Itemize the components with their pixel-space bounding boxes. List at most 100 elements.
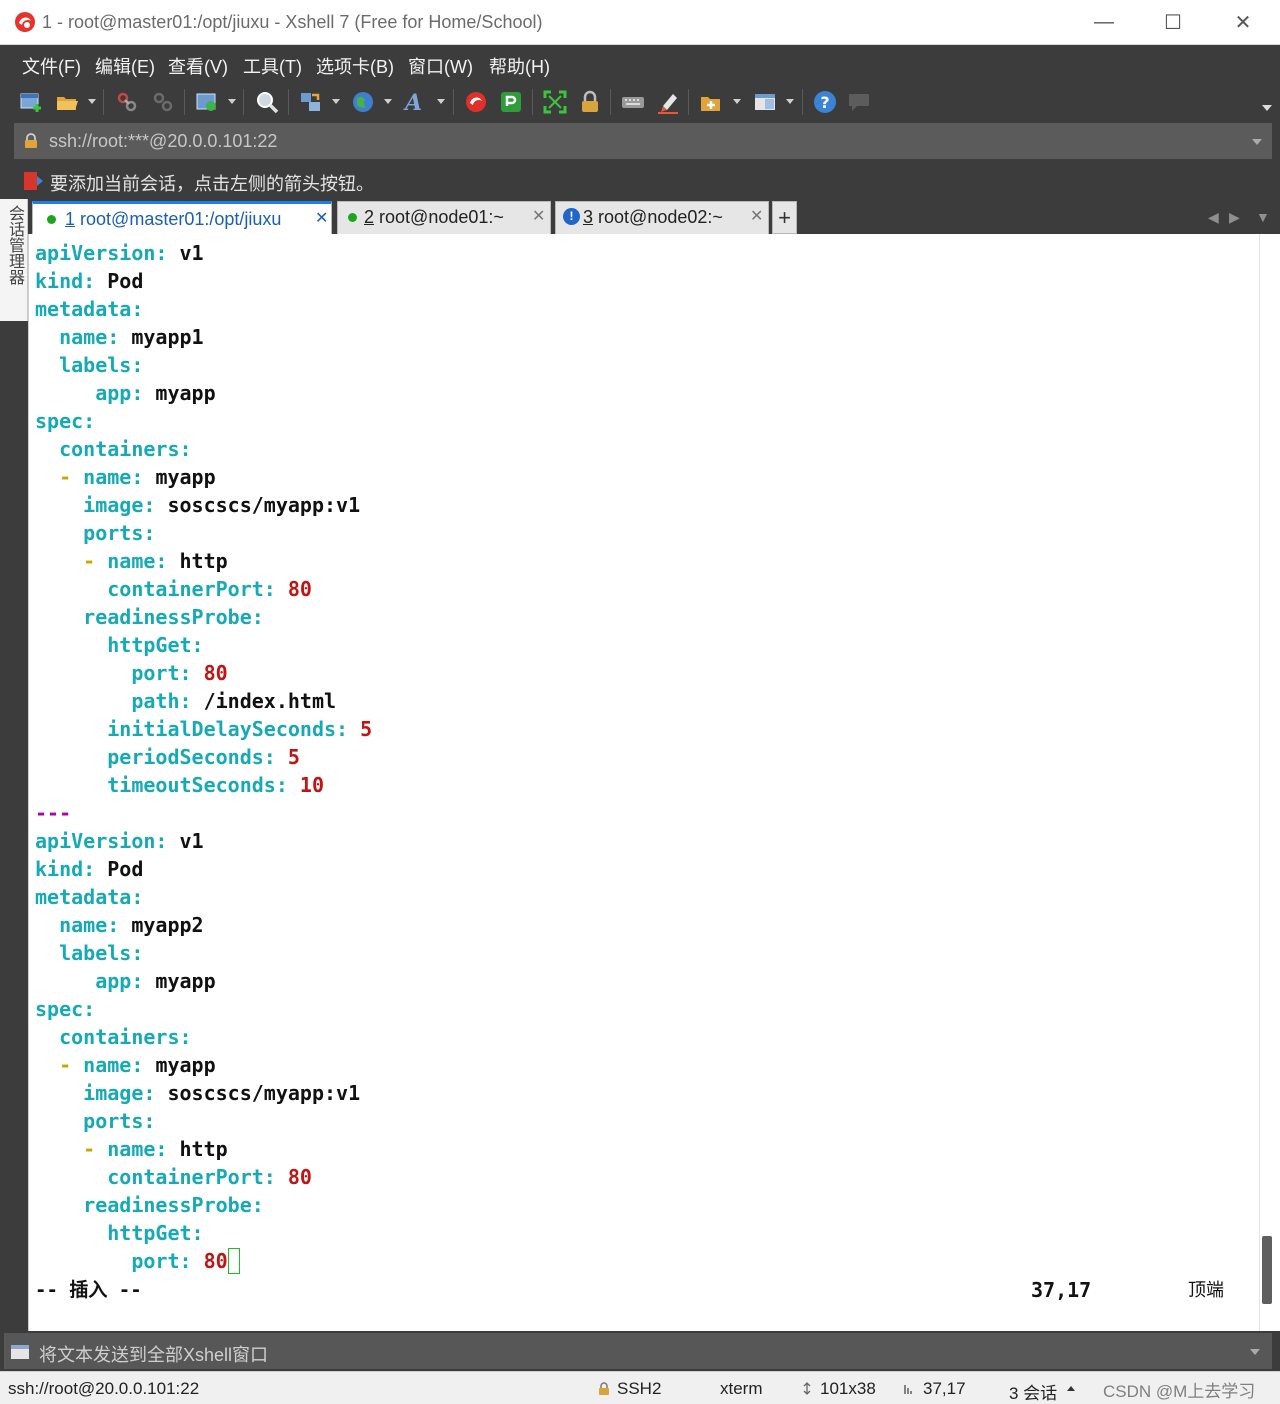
terminal-scrollbar[interactable] xyxy=(1259,234,1280,1331)
terminal-token: : xyxy=(143,1109,156,1133)
terminal-token: name xyxy=(107,1137,156,1161)
tab-title: root@master01:/opt/jiuxu xyxy=(80,209,282,229)
terminal-token: kind xyxy=(35,857,84,881)
keyboard-icon[interactable] xyxy=(620,89,646,115)
terminal-token: Pod xyxy=(107,857,144,881)
connected-status-icon xyxy=(348,213,357,222)
maximize-button[interactable]: ☐ xyxy=(1140,0,1206,45)
fullscreen-icon[interactable] xyxy=(542,89,568,115)
layout-icon[interactable] xyxy=(752,89,778,115)
terminal-line: metadata: xyxy=(35,883,372,911)
new-session-icon[interactable] xyxy=(18,89,44,115)
terminal-line: containerPort: 80 xyxy=(35,575,372,603)
status-sessions[interactable]: 3 会话 xyxy=(1009,1379,1057,1404)
terminal-token: spec xyxy=(35,409,84,433)
address-input[interactable]: ssh://root:***@20.0.0.101:22 xyxy=(14,123,1272,159)
terminal-token: - xyxy=(35,549,108,573)
menu-help[interactable]: 帮助(H) xyxy=(489,53,550,79)
toolbar-overflow-icon[interactable] xyxy=(1262,105,1272,111)
add-tab-button[interactable]: + xyxy=(772,201,797,234)
toolbar-separator xyxy=(610,89,611,115)
xagent-icon[interactable] xyxy=(498,89,524,115)
terminal-token: : xyxy=(251,605,264,629)
tab-label: 3 root@node02:~ xyxy=(583,207,723,228)
menu-edit[interactable]: 编辑(E) xyxy=(95,53,155,79)
session-manager-tab[interactable]: 会话管理器 xyxy=(0,199,28,321)
reconnect-icon[interactable] xyxy=(114,89,140,115)
terminal-line: kind: Pod xyxy=(35,855,372,883)
open-dropdown-icon[interactable] xyxy=(88,99,96,104)
terminal-token: 80 xyxy=(287,1165,312,1189)
open-folder-icon[interactable] xyxy=(54,89,80,115)
terminal-token: : xyxy=(155,241,180,265)
terminal-token: labels xyxy=(35,941,132,965)
lock-icon[interactable] xyxy=(577,89,603,115)
font-dropdown-icon[interactable] xyxy=(437,99,445,104)
menu-view[interactable]: 查看(V) xyxy=(168,53,228,79)
xftp-icon[interactable] xyxy=(463,89,489,115)
menu-window[interactable]: 窗口(W) xyxy=(408,53,473,79)
properties-dropdown-icon[interactable] xyxy=(228,99,236,104)
terminal-token: path xyxy=(35,689,180,713)
toolbar-separator xyxy=(802,89,803,115)
menu-tabs[interactable]: 选项卡(B) xyxy=(316,53,394,79)
terminal-area[interactable]: apiVersion: v1 kind: Pod metadata: name: m… xyxy=(28,234,1259,1331)
new-tab-icon[interactable] xyxy=(698,89,724,115)
help-icon[interactable]: ? xyxy=(812,89,838,115)
address-bar: ssh://root:***@20.0.0.101:22 xyxy=(0,121,1280,161)
add-session-arrow-icon[interactable] xyxy=(22,170,44,192)
menu-file[interactable]: 文件(F) xyxy=(22,53,81,79)
layout-dropdown-icon[interactable] xyxy=(786,99,794,104)
tab-session-2[interactable]: 2 root@node01:~ ✕ xyxy=(337,201,551,234)
menu-tools[interactable]: 工具(T) xyxy=(243,53,302,79)
terminal-token: : xyxy=(155,1137,180,1161)
terminal-token: : xyxy=(275,773,300,797)
tab-list-icon[interactable]: ▼ xyxy=(1256,209,1270,225)
terminal-token: metadata xyxy=(35,885,132,909)
terminal-line: labels: xyxy=(35,939,372,967)
tab-next-icon[interactable]: ▶ xyxy=(1229,209,1240,226)
tab-prev-icon[interactable]: ◀ xyxy=(1208,209,1219,226)
toolbar-separator xyxy=(184,89,185,115)
terminal-token: myapp xyxy=(155,969,216,993)
tab-number: 1 xyxy=(65,209,76,229)
highlight-icon[interactable] xyxy=(655,89,681,115)
terminal-token: : xyxy=(131,297,144,321)
csdn-watermark: CSDN @M上去学习 xyxy=(1103,1382,1256,1401)
toolbar-separator xyxy=(243,89,244,115)
left-strip xyxy=(0,321,28,1331)
tab-close-button[interactable]: ✕ xyxy=(750,206,763,226)
disconnect-icon[interactable] xyxy=(150,89,176,115)
font-icon[interactable]: A xyxy=(402,89,428,115)
terminal-token: ports xyxy=(35,1109,144,1133)
transfer-dropdown-icon[interactable] xyxy=(332,99,340,104)
tab-close-button[interactable]: ✕ xyxy=(532,206,545,226)
terminal-token: port xyxy=(35,661,180,685)
globe-icon[interactable] xyxy=(350,89,376,115)
compose-bar: 将文本发送到全部Xshell窗口 xyxy=(0,1331,1280,1371)
close-window-button[interactable]: ✕ xyxy=(1210,0,1276,45)
terminal-token: kind xyxy=(35,269,84,293)
tab-session-1[interactable]: 1 root@master01:/opt/jiuxu ✕ xyxy=(32,201,332,234)
terminal-token: metadata xyxy=(35,297,132,321)
tab-session-3[interactable]: ! 3 root@node02:~ ✕ xyxy=(555,201,769,234)
sessions-up-icon[interactable] xyxy=(1067,1386,1075,1391)
terminal-token: containerPort xyxy=(35,1165,264,1189)
tab-close-button[interactable]: ✕ xyxy=(315,208,328,228)
scrollbar-thumb[interactable] xyxy=(1262,1236,1272,1304)
tab-number: 3 xyxy=(583,207,594,227)
compose-dropdown-icon[interactable] xyxy=(1250,1349,1260,1355)
minimize-button[interactable]: — xyxy=(1071,0,1137,45)
compose-input[interactable]: 将文本发送到全部Xshell窗口 xyxy=(4,1333,1272,1369)
transfer-icon[interactable] xyxy=(298,89,324,115)
properties-icon[interactable] xyxy=(194,89,220,115)
tab-title: root@node01:~ xyxy=(379,207,504,227)
find-icon[interactable] xyxy=(254,89,280,115)
chat-icon[interactable] xyxy=(846,89,872,115)
globe-dropdown-icon[interactable] xyxy=(384,99,392,104)
address-dropdown-icon[interactable] xyxy=(1252,139,1262,145)
terminal-line: periodSeconds: 5 xyxy=(35,743,372,771)
new-tab-dropdown-icon[interactable] xyxy=(733,99,741,104)
terminal-token: /index.html xyxy=(203,689,337,713)
terminal-token: : xyxy=(107,325,132,349)
